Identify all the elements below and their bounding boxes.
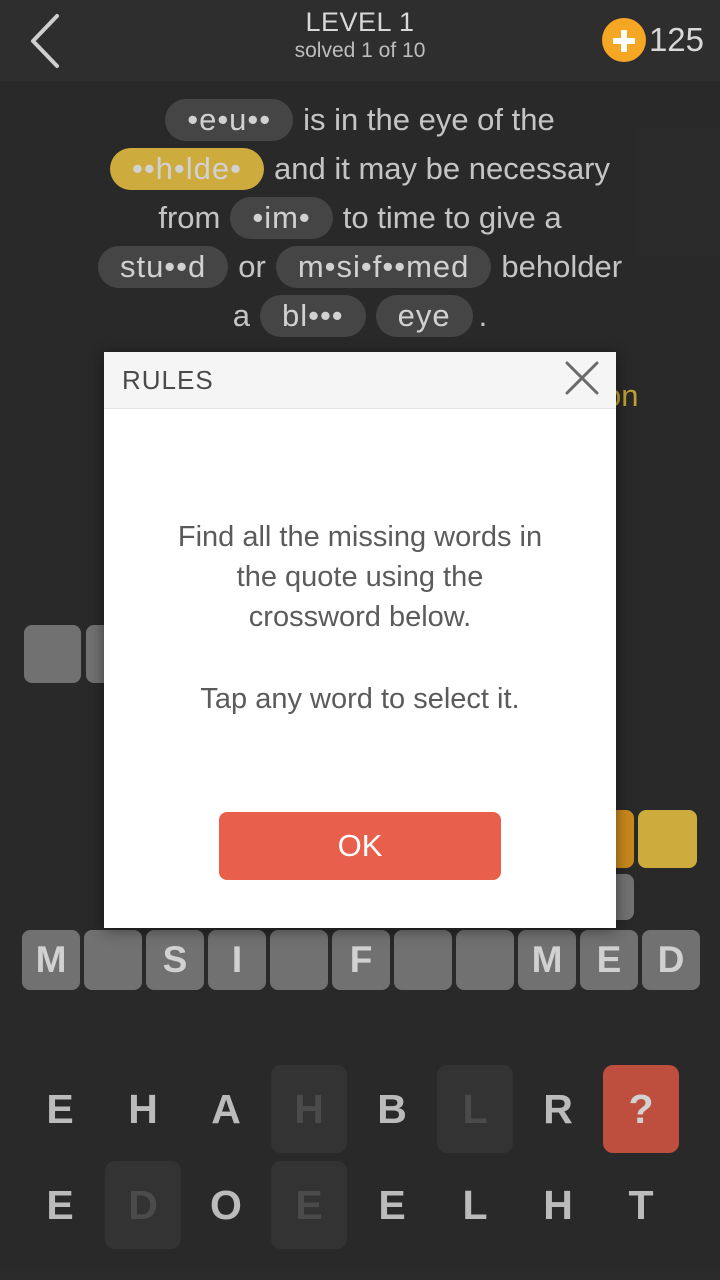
- crossword-tile[interactable]: [638, 810, 697, 868]
- quote-line: stu••d or m•si•f••med beholder: [0, 243, 720, 291]
- quote-text: or: [238, 249, 266, 284]
- rules-dialog: RULES Find all the missing words in the …: [104, 352, 616, 928]
- quote-word-chip[interactable]: bl•••: [259, 295, 366, 337]
- word-slot[interactable]: [456, 930, 514, 990]
- dialog-text-secondary: Tap any word to select it.: [200, 683, 520, 715]
- letter-key[interactable]: D: [105, 1161, 181, 1249]
- word-slot[interactable]: E: [580, 930, 638, 990]
- letter-key[interactable]: E: [22, 1065, 98, 1153]
- close-button[interactable]: [556, 354, 608, 406]
- keyboard-row: EDOEELHT: [22, 1161, 698, 1249]
- letter-key[interactable]: A: [188, 1065, 264, 1153]
- quote-text: a: [232, 298, 250, 333]
- letter-key[interactable]: L: [437, 1161, 513, 1249]
- quote-text: beholder: [501, 249, 623, 284]
- plus-icon[interactable]: [601, 18, 646, 62]
- current-word-slots: MSIFMED: [22, 930, 700, 990]
- word-slot[interactable]: D: [642, 930, 700, 990]
- hint-button[interactable]: ?: [603, 1065, 679, 1153]
- letter-key[interactable]: E: [271, 1161, 347, 1249]
- dialog-body: Find all the missing words in the quote …: [104, 409, 616, 719]
- letter-key[interactable]: H: [271, 1065, 347, 1153]
- close-icon: [561, 357, 603, 404]
- word-slot[interactable]: [394, 930, 452, 990]
- ok-button[interactable]: OK: [219, 812, 501, 880]
- word-slot[interactable]: [84, 930, 142, 990]
- letter-key[interactable]: R: [520, 1065, 596, 1153]
- crossword-tile[interactable]: [24, 625, 81, 683]
- letter-key[interactable]: L: [437, 1065, 513, 1153]
- keyboard-row: E H A H B L R?: [22, 1065, 698, 1153]
- quote-line: a bl••• eye.: [0, 292, 720, 340]
- dialog-text-primary: Find all the missing words in the quote …: [177, 521, 543, 633]
- quote-text: from: [158, 200, 221, 235]
- quote-text: is in the eye of the: [303, 102, 555, 137]
- dialog-footer: OK: [104, 812, 616, 880]
- letter-key[interactable]: T: [603, 1161, 679, 1249]
- word-slot[interactable]: M: [518, 930, 576, 990]
- quote-word-chip[interactable]: ••h•lde•: [109, 148, 264, 190]
- quote-text: and it may be necessary: [274, 151, 611, 186]
- quote-word-chip[interactable]: eye: [375, 295, 473, 337]
- coin-count-label: 125: [648, 21, 704, 58]
- word-slot[interactable]: S: [146, 930, 204, 990]
- dialog-title: RULES: [122, 364, 214, 395]
- word-slot[interactable]: [270, 930, 328, 990]
- word-slot[interactable]: I: [208, 930, 266, 990]
- back-button[interactable]: [12, 6, 82, 76]
- level-title-block: LEVEL 1 solved 1 of 10: [180, 6, 540, 64]
- chevron-left-icon: [25, 11, 69, 71]
- quote-line: •e•u•• is in the eye of the: [0, 96, 720, 144]
- letter-key[interactable]: E: [354, 1161, 430, 1249]
- page-title: LEVEL 1: [305, 7, 415, 37]
- letter-key[interactable]: O: [188, 1161, 264, 1249]
- dialog-header: RULES: [104, 352, 616, 409]
- top-bar: LEVEL 1 solved 1 of 10 125: [0, 0, 720, 81]
- quote-line: ••h•lde• and it may be necessary: [0, 145, 720, 193]
- quote-word-chip[interactable]: stu••d: [97, 246, 229, 288]
- letter-key[interactable]: E: [22, 1161, 98, 1249]
- quote-text: to time to give a: [342, 200, 562, 235]
- letter-key[interactable]: H: [520, 1161, 596, 1249]
- letter-key[interactable]: H: [105, 1065, 181, 1153]
- letter-key[interactable]: B: [354, 1065, 430, 1153]
- word-slot[interactable]: M: [22, 930, 80, 990]
- quote-area: •e•u•• is in the eye of the ••h•lde• and it…: [0, 96, 720, 341]
- quote-word-chip[interactable]: m•si•f••med: [275, 246, 492, 288]
- quote-word-chip[interactable]: •im•: [230, 197, 333, 239]
- word-slot[interactable]: F: [332, 930, 390, 990]
- quote-line: from •im• to time to give a: [0, 194, 720, 242]
- game-screen: LEVEL 1 solved 1 of 10 125 •e•u•• is in t…: [0, 0, 720, 1280]
- letter-keyboard: E H A H B L R? E D O E E L H T: [22, 1065, 698, 1257]
- quote-word-chip[interactable]: •e•u••: [165, 99, 294, 141]
- level-progress-text: solved 1 of 10: [294, 39, 426, 62]
- coin-counter[interactable]: 125: [601, 14, 704, 66]
- quote-punctuation: .: [478, 298, 488, 333]
